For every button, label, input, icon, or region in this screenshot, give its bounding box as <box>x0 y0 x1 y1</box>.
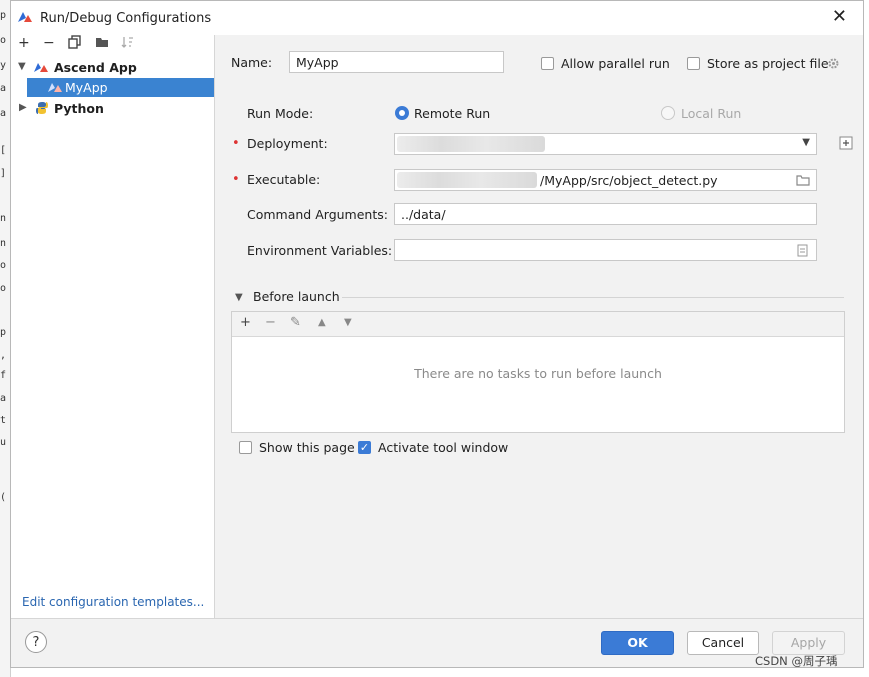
command-args-input[interactable]: ../data/ <box>394 203 817 225</box>
ok-button[interactable]: OK <box>601 631 674 655</box>
executable-label: Executable: <box>247 172 321 187</box>
apply-button[interactable]: Apply <box>772 631 845 655</box>
edge-char: o <box>0 283 7 294</box>
gear-icon[interactable] <box>827 57 840 70</box>
tree-group-label: Python <box>54 101 104 116</box>
edge-char: o <box>0 260 7 271</box>
config-tree-panel: + − ▼ Ascend App MyApp ▶ Python Edit con… <box>11 35 215 619</box>
tree-group-python[interactable]: ▶ Python <box>11 99 214 118</box>
edge-char: [ <box>0 145 7 156</box>
watermark: CSDN @周子瑀 <box>755 654 838 668</box>
before-launch-panel: + − ✎ ▲ ▼ There are no tasks to run befo… <box>231 311 845 433</box>
edge-char: a <box>0 83 7 94</box>
executable-input[interactable]: /MyApp/src/object_detect.py <box>394 169 817 191</box>
edge-char: t <box>0 415 7 426</box>
name-input[interactable]: MyApp <box>289 51 504 73</box>
add-icon[interactable]: + <box>240 315 251 330</box>
allow-parallel-checkbox[interactable] <box>541 57 554 70</box>
edge-char: f <box>0 370 7 381</box>
section-divider <box>342 297 844 298</box>
required-marker: • <box>232 136 240 151</box>
before-launch-toolbar: + − ✎ ▲ ▼ <box>232 312 844 337</box>
remove-icon[interactable]: − <box>43 35 55 51</box>
edit-icon[interactable]: ✎ <box>290 315 301 330</box>
show-page-label: Show this page <box>259 440 355 455</box>
env-vars-input[interactable] <box>394 239 817 261</box>
store-project-label: Store as project file <box>707 56 829 71</box>
title-bar: Run/Debug Configurations ✕ <box>11 1 863 35</box>
tree-item-myapp[interactable]: MyApp <box>27 78 214 97</box>
edge-char: n <box>0 238 7 249</box>
allow-parallel-label: Allow parallel run <box>561 56 670 71</box>
run-mode-label: Run Mode: <box>247 106 314 121</box>
edge-char: p <box>0 10 7 21</box>
env-vars-label: Environment Variables: <box>247 243 393 258</box>
edge-char: u <box>0 437 7 448</box>
python-icon <box>36 102 48 114</box>
local-run-label: Local Run <box>681 106 742 121</box>
remove-icon[interactable]: − <box>265 315 276 330</box>
activate-tool-label: Activate tool window <box>378 440 509 455</box>
name-label: Name: <box>231 55 273 70</box>
edge-char: ( <box>0 492 7 503</box>
activate-tool-checkbox[interactable]: ✓ <box>358 441 371 454</box>
move-down-icon[interactable]: ▼ <box>344 317 352 328</box>
edge-char: n <box>0 213 7 224</box>
help-button[interactable]: ? <box>25 631 47 653</box>
store-project-checkbox[interactable] <box>687 57 700 70</box>
dialog-footer: ? OK Cancel Apply <box>11 618 863 667</box>
edge-char: o <box>0 35 7 46</box>
edge-char: y <box>0 60 7 71</box>
chevron-down-icon: ▼ <box>802 137 810 148</box>
edge-char: a <box>0 393 7 404</box>
run-debug-dialog: Run/Debug Configurations ✕ + − ▼ Ascend … <box>10 0 864 668</box>
deployment-label: Deployment: <box>247 136 328 151</box>
required-marker: • <box>232 172 240 187</box>
empty-tasks-text: There are no tasks to run before launch <box>414 366 662 381</box>
remote-run-radio[interactable] <box>395 106 409 120</box>
deployment-select[interactable]: ▼ <box>394 133 817 155</box>
dialog-title: Run/Debug Configurations <box>40 11 212 26</box>
tree-toolbar: + − <box>11 35 214 55</box>
close-icon[interactable]: ✕ <box>832 6 847 27</box>
document-icon[interactable] <box>797 244 808 257</box>
add-deployment-icon[interactable] <box>839 136 853 150</box>
folder-move-icon[interactable] <box>95 35 110 53</box>
tree-group-ascend[interactable]: ▼ Ascend App <box>11 58 214 77</box>
ascend-app-icon <box>18 12 32 22</box>
edge-char: , <box>0 350 7 361</box>
before-launch-label[interactable]: Before launch <box>253 289 340 304</box>
cancel-button[interactable]: Cancel <box>687 631 759 655</box>
executable-value: /MyApp/src/object_detect.py <box>540 173 718 188</box>
chevron-right-icon[interactable]: ▶ <box>19 102 27 113</box>
copy-icon[interactable] <box>68 35 82 53</box>
edge-char: p <box>0 327 7 338</box>
edit-templates-link[interactable]: Edit configuration templates... <box>22 595 204 609</box>
redacted-blur <box>397 172 537 188</box>
command-args-label: Command Arguments: <box>247 207 388 222</box>
edge-char: a <box>0 108 7 119</box>
show-page-checkbox[interactable] <box>239 441 252 454</box>
config-form-panel: Name: MyApp Allow parallel run Store as … <box>215 35 863 619</box>
remote-run-label: Remote Run <box>414 106 491 121</box>
move-up-icon[interactable]: ▲ <box>318 317 326 328</box>
edge-char: ] <box>0 168 7 179</box>
local-run-radio[interactable] <box>661 106 675 120</box>
sort-icon[interactable] <box>121 35 135 53</box>
folder-icon[interactable] <box>796 174 810 186</box>
ascend-app-icon <box>34 63 48 72</box>
add-icon[interactable]: + <box>18 35 30 51</box>
tree-item-label: MyApp <box>65 80 108 95</box>
redacted-blur <box>397 136 545 152</box>
tree-group-label: Ascend App <box>54 60 137 75</box>
ascend-app-icon <box>48 83 62 92</box>
chevron-down-icon[interactable]: ▼ <box>18 61 26 72</box>
collapse-arrow-icon[interactable]: ▼ <box>235 292 243 303</box>
